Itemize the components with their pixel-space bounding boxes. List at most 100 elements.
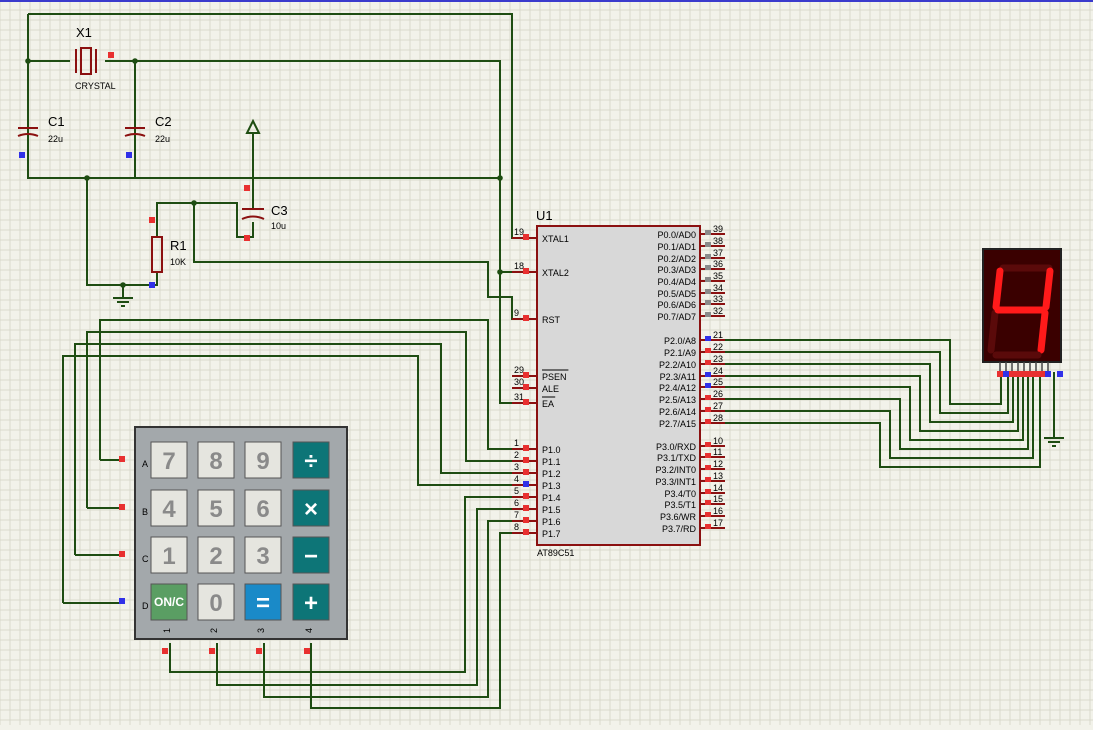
- mcu-pin-number: 32: [713, 306, 723, 316]
- schematic-canvas[interactable]: X1 CRYSTAL C1 22u C2 22u C3 10u R1 10K U1 AT89C51 19…: [0, 0, 1093, 725]
- pin-marker: [523, 384, 529, 390]
- pin-marker: [523, 234, 529, 240]
- pin-marker: [149, 217, 155, 223]
- mcu-pin-label: P1.6: [542, 517, 561, 527]
- keypad-col-label: 2: [209, 628, 219, 633]
- segment-f: [992, 267, 1004, 311]
- mcu-pin-label: P1.1: [542, 457, 561, 467]
- mcu-pin-label: P0.3/AD3: [657, 265, 696, 275]
- pin-marker: [1015, 371, 1021, 377]
- mcu-pin-number: 21: [713, 330, 723, 340]
- keypad-row-label: A: [142, 459, 148, 469]
- key-label: ×: [304, 496, 318, 523]
- segment-b: [1042, 267, 1054, 311]
- key-label: 1: [162, 543, 175, 570]
- key-label: 8: [209, 448, 222, 475]
- mcu-pin-number: 1: [514, 438, 519, 448]
- mcu-pin-number: 2: [514, 450, 519, 460]
- mcu-pin-number: 23: [713, 354, 723, 364]
- ground-symbol-2: [1044, 437, 1064, 447]
- mcu-pin-label: P2.1/A9: [664, 348, 696, 358]
- pin-marker: [1027, 371, 1033, 377]
- pin-marker: [1009, 371, 1015, 377]
- segment-e: [987, 309, 999, 354]
- mcu-pin-label: P2.2/A10: [659, 360, 696, 370]
- mcu-pin-label: RST: [542, 315, 561, 325]
- mcu-pin-label: P1.3: [542, 481, 561, 491]
- mcu-pin-label: P1.4: [542, 493, 561, 503]
- pin-marker: [209, 648, 215, 654]
- key-label: 5: [209, 496, 222, 523]
- key-label: 7: [162, 448, 175, 475]
- resistor-r1-value: 10K: [170, 257, 186, 267]
- pin-marker: [19, 152, 25, 158]
- resistor-r1: R110K: [151, 236, 187, 273]
- keypad-col-label: 3: [256, 628, 266, 633]
- capacitor-c3-ref: C3: [271, 203, 288, 218]
- junction-dot: [25, 58, 31, 64]
- mcu-pin-number: 38: [713, 236, 723, 246]
- pin-marker: [705, 407, 711, 412]
- crystal-ref: X1: [76, 25, 92, 40]
- capacitor-c2-value: 22u: [155, 134, 170, 144]
- pin-marker: [523, 517, 529, 523]
- mcu-pin-label: P0.6/AD6: [657, 300, 696, 310]
- key-label: −: [304, 543, 318, 570]
- capacitor-c3-value: 10u: [271, 221, 286, 231]
- pin-marker: [705, 442, 711, 447]
- pin-marker: [244, 235, 250, 241]
- mcu-pin-label: P1.7: [542, 529, 561, 539]
- pin-marker: [523, 469, 529, 475]
- mcu-pin-label: P0.4/AD4: [657, 277, 696, 287]
- pin-marker: [705, 360, 711, 365]
- mcu-pin-label: P2.0/A8: [664, 336, 696, 346]
- mcu-pin-number: 39: [713, 224, 723, 234]
- mcu-pin-number: 37: [713, 248, 723, 258]
- pin-marker: [705, 419, 711, 424]
- mcu-pin-label: P0.1/AD1: [657, 242, 696, 252]
- pin-marker: [119, 598, 125, 604]
- mcu-pin-label: P3.2/INT0: [655, 465, 696, 475]
- mcu-pin-label: P2.5/A13: [659, 395, 696, 405]
- key-label: 6: [256, 496, 269, 523]
- key-label: 0: [209, 590, 222, 617]
- pin-marker: [304, 648, 310, 654]
- mcu-pin-number: 3: [514, 462, 519, 472]
- pin-marker: [119, 456, 125, 462]
- mcu-part: AT89C51: [537, 548, 574, 558]
- key-label: 9: [256, 448, 269, 475]
- mcu-pin-number: 35: [713, 271, 723, 281]
- pin-marker: [705, 372, 711, 377]
- schematic-svg: X1CRYSTALC122uC222uC310uR110KU1AT89C5119…: [0, 0, 1093, 725]
- pin-marker: [705, 465, 711, 470]
- pin-marker: [162, 648, 168, 654]
- keypad-row-label: B: [142, 507, 148, 517]
- mcu-pin-number: 25: [713, 377, 723, 387]
- pin-marker: [705, 265, 711, 270]
- mcu-pin-number: 26: [713, 389, 723, 399]
- pin-marker: [705, 453, 711, 458]
- mcu-pin-number: 27: [713, 401, 723, 411]
- mcu-pin-label: P3.6/WR: [660, 512, 697, 522]
- junction-dot: [84, 175, 90, 181]
- pin-marker: [523, 399, 529, 405]
- keypad-col-label: 4: [304, 628, 314, 633]
- cap-plate-bottom: [241, 215, 265, 220]
- mcu-pin-number: 24: [713, 366, 723, 376]
- pin-marker: [523, 481, 529, 487]
- pin-marker: [523, 268, 529, 274]
- mcu-pin-number: 36: [713, 259, 723, 269]
- crystal-value: CRYSTAL: [75, 81, 116, 91]
- pin-marker: [705, 312, 711, 317]
- mcu-pin-label: P2.4/A12: [659, 383, 696, 393]
- mcu-pin-label: P0.5/AD5: [657, 289, 696, 299]
- mcu-pin-label: PSEN: [542, 372, 567, 382]
- pin-marker: [1003, 371, 1009, 377]
- mcu-ref: U1: [536, 208, 553, 223]
- mcu-pin-number: 28: [713, 413, 723, 423]
- mcu-pin-label: P2.7/A15: [659, 419, 696, 429]
- pin-marker: [1021, 371, 1027, 377]
- junction-dot: [497, 175, 503, 181]
- mcu-pin-label: P3.1/TXD: [657, 453, 697, 463]
- mcu-pin-number: 7: [514, 510, 519, 520]
